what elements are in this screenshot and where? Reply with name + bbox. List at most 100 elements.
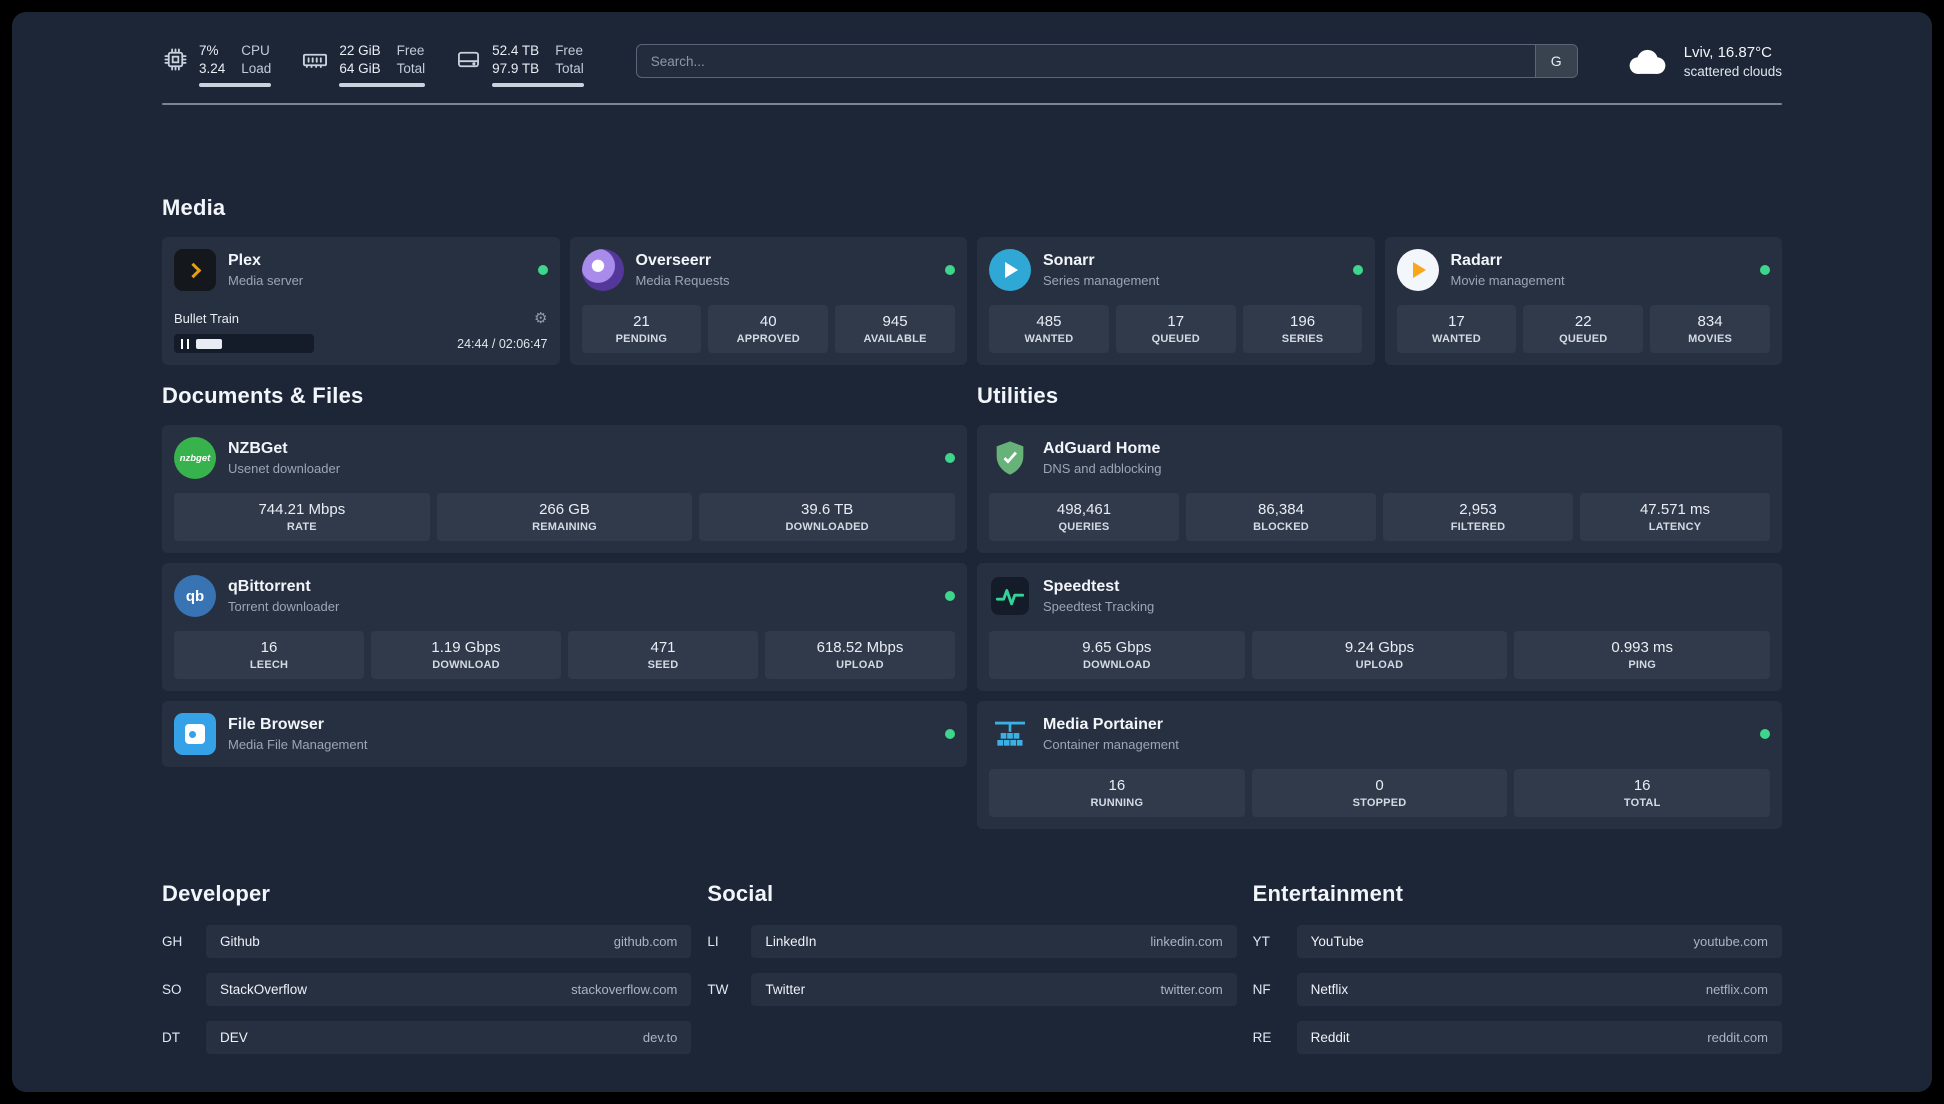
cpu-usage-value: 7% xyxy=(199,43,219,58)
dashboard-panel: 7% 3.24 CPU Load 22 GiB 64 GiB Free Tota… xyxy=(12,12,1932,1092)
status-dot xyxy=(1760,265,1770,276)
filebrowser-icon xyxy=(174,713,216,756)
disk-free-label: Free xyxy=(555,43,583,58)
nzbget-icon: nzbget xyxy=(174,437,216,480)
service-card-qbittorrent[interactable]: qb qBittorrent Torrent downloader 16 LEEC… xyxy=(162,563,967,692)
service-name: File Browser xyxy=(228,716,325,734)
stat-tile: 47.571 ms LATENCY xyxy=(1580,493,1770,542)
stat-tile: 485 WANTED xyxy=(989,305,1109,354)
memory-free-value: 22 GiB xyxy=(339,43,381,58)
service-card-portainer[interactable]: Media Portainer Container management 16 R… xyxy=(977,701,1782,830)
utilities-column: Utilities AdGuard Home DNS and adblockin… xyxy=(977,383,1782,830)
bookmark-group-social: Social LI LinkedIn linkedin.com TW Twitte… xyxy=(707,881,1237,1069)
bookmark-netflix[interactable]: NF Netflix netflix.com xyxy=(1253,973,1782,1007)
section-heading-developer: Developer xyxy=(162,881,271,907)
stat-tile: 22 QUEUED xyxy=(1523,305,1644,354)
cpu-widget: 7% 3.24 CPU Load xyxy=(162,42,272,88)
bookmark-url: linkedin.com xyxy=(1150,934,1223,950)
gear-icon[interactable]: ⚙ xyxy=(534,311,547,326)
memory-ram-icon xyxy=(303,53,328,68)
status-dot xyxy=(945,729,955,740)
memory-total-label: Total xyxy=(396,60,426,76)
now-playing-title: Bullet Train xyxy=(174,311,240,327)
stat-tile: 945 AVAILABLE xyxy=(835,305,955,354)
media-card-row: Plex Media server Bullet Train ⚙ 24:44 /… xyxy=(162,237,1782,366)
bookmark-github[interactable]: GH Github github.com xyxy=(162,925,692,959)
service-subtitle: Speedtest Tracking xyxy=(1043,599,1155,615)
service-card-sonarr[interactable]: Sonarr Series management 485 WANTED 17 QUE… xyxy=(977,237,1375,366)
status-dot xyxy=(537,265,548,276)
bookmark-name: Reddit xyxy=(1310,1030,1350,1046)
status-dot xyxy=(945,591,955,602)
stat-tile: 9.24 Gbps UPLOAD xyxy=(1251,631,1508,680)
service-name: Media Portainer xyxy=(1043,716,1164,734)
service-subtitle: Media server xyxy=(228,273,304,289)
stat-tile: 16 RUNNING xyxy=(989,769,1245,818)
bookmark-name: DEV xyxy=(220,1030,248,1046)
bookmark-youtube[interactable]: YT YouTube youtube.com xyxy=(1253,925,1782,959)
search-bar: G xyxy=(635,44,1578,78)
cpu-chip-icon xyxy=(164,48,187,71)
playback-progress-fill xyxy=(196,338,222,349)
section-heading-media: Media xyxy=(162,195,226,221)
service-name: AdGuard Home xyxy=(1043,440,1161,458)
service-name: Plex xyxy=(228,252,261,270)
stat-tile: 618.52 Mbps UPLOAD xyxy=(765,631,955,680)
bookmark-name: LinkedIn xyxy=(765,934,817,950)
bookmark-name: Netflix xyxy=(1310,982,1349,998)
section-heading-social: Social xyxy=(707,881,774,907)
bookmark-url: reddit.com xyxy=(1707,1030,1768,1046)
bookmark-twitter[interactable]: TW Twitter twitter.com xyxy=(707,973,1237,1007)
service-name: Overseerr xyxy=(635,252,712,270)
bookmark-url: netflix.com xyxy=(1705,982,1768,998)
service-card-filebrowser[interactable]: File Browser Media File Management xyxy=(162,701,967,768)
search-provider-button[interactable]: G xyxy=(1534,45,1577,77)
disk-progress-bar xyxy=(492,83,584,88)
topbar-divider xyxy=(162,103,1782,106)
speedtest-chart-icon xyxy=(989,575,1031,617)
bookmark-name: Twitter xyxy=(765,982,806,998)
service-card-nzbget[interactable]: nzbget NZBGet Usenet downloader 744.21 M… xyxy=(162,425,967,554)
search-input[interactable] xyxy=(636,45,1535,77)
stat-tile: 2,953 FILTERED xyxy=(1383,493,1573,542)
section-heading-documents: Documents & Files xyxy=(162,383,364,409)
adguard-shield-icon xyxy=(989,437,1031,479)
service-subtitle: Container management xyxy=(1043,737,1179,753)
service-card-radarr[interactable]: Radarr Movie management 17 WANTED 22 QUEUE… xyxy=(1384,237,1782,366)
bookmark-abbr: DT xyxy=(162,1030,180,1046)
weather-widget: Lviv, 16.87°C scattered clouds xyxy=(1624,44,1782,79)
portainer-crane-icon xyxy=(989,713,1031,755)
bookmark-url: youtube.com xyxy=(1693,934,1768,950)
disk-drive-icon xyxy=(458,51,480,68)
service-card-plex[interactable]: Plex Media server Bullet Train ⚙ 24:44 /… xyxy=(162,237,560,366)
pause-icon[interactable] xyxy=(181,338,189,349)
service-card-speedtest[interactable]: Speedtest Speedtest Tracking 9.65 Gbps DO… xyxy=(977,563,1782,692)
bookmark-abbr: TW xyxy=(707,982,729,998)
stat-tile: 17 QUEUED xyxy=(1115,305,1236,354)
memory-widget: 22 GiB 64 GiB Free Total xyxy=(301,42,426,88)
bookmark-name: StackOverflow xyxy=(220,982,308,998)
cpu-load-label: Load xyxy=(241,60,272,76)
bookmark-name: YouTube xyxy=(1310,934,1364,950)
stat-tile: 834 MOVIES xyxy=(1650,305,1770,354)
bookmark-dev[interactable]: DT DEV dev.to xyxy=(162,1021,692,1055)
service-card-adguard[interactable]: AdGuard Home DNS and adblocking 498,461 Q… xyxy=(977,425,1782,554)
bookmark-linkedin[interactable]: LI LinkedIn linkedin.com xyxy=(707,925,1237,959)
service-card-overseerr[interactable]: Overseerr Media Requests 21 PENDING 40 APP… xyxy=(569,237,967,366)
bookmark-reddit[interactable]: RE Reddit reddit.com xyxy=(1253,1021,1782,1055)
memory-free-label: Free xyxy=(396,43,425,58)
bookmark-group-developer: Developer GH Github github.com SO StackOv… xyxy=(162,881,692,1069)
disk-total-value: 97.9 TB xyxy=(492,60,540,76)
service-subtitle: Media Requests xyxy=(635,273,730,289)
service-name: Radarr xyxy=(1450,252,1503,270)
weather-condition: scattered clouds xyxy=(1683,64,1782,79)
service-name: qBittorrent xyxy=(228,578,311,596)
bookmark-stackoverflow[interactable]: SO StackOverflow stackoverflow.com xyxy=(162,973,692,1007)
stat-tile: 39.6 TB DOWNLOADED xyxy=(699,493,956,542)
stat-tile: 0 STOPPED xyxy=(1251,769,1508,818)
disk-widget: 52.4 TB 97.9 TB Free Total xyxy=(455,42,584,88)
stat-tile: 86,384 BLOCKED xyxy=(1186,493,1376,542)
playback-progress-bar[interactable] xyxy=(174,334,314,354)
cpu-progress-bar xyxy=(199,83,272,88)
top-bar: 7% 3.24 CPU Load 22 GiB 64 GiB Free Tota… xyxy=(162,12,1782,88)
